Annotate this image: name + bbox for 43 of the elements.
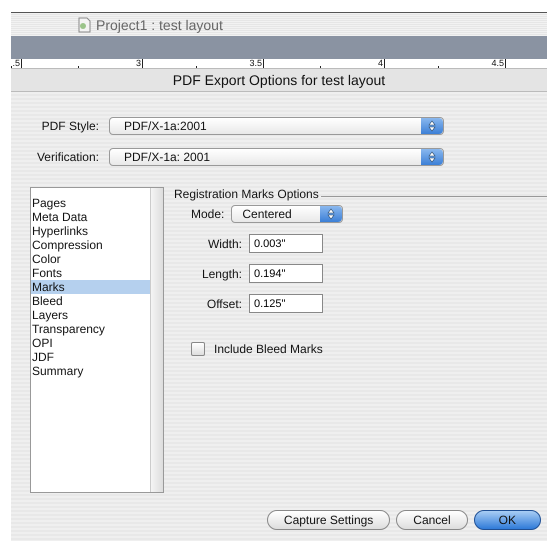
field-label: Offset: [206,296,243,310]
list-item[interactable]: Layers [31,308,150,322]
field-label: Width: [206,236,243,250]
input-field[interactable]: 0.194" [249,264,323,283]
ruler-label: 3.5 [249,59,264,68]
scrollbar[interactable] [150,188,163,492]
ruler-label: .5 [12,59,22,68]
field-label: Mode: [191,207,224,221]
ruler-label: 3 [136,59,143,68]
dialog-button[interactable]: Cancel [396,510,468,530]
document-icon [77,16,92,32]
list-item[interactable]: Marks [31,280,150,294]
list-item[interactable]: Hyperlinks [31,224,150,238]
list-item[interactable]: Bleed [31,294,150,308]
window-title: Project1 : test layout [96,16,223,32]
list-item[interactable]: Fonts [31,266,150,280]
popup-menu[interactable]: PDF/X-1a:2001 [109,116,444,134]
dialog-button[interactable]: OK [474,510,541,530]
popup-arrows-icon [421,148,443,164]
popup-arrows-icon [320,206,342,222]
ruler-label: 4.5 [491,59,506,68]
field-label: Verification: [36,150,100,164]
list-item[interactable]: OPI [31,336,150,350]
input-field[interactable]: 0.003" [249,234,323,253]
mode-popup[interactable]: Centered [231,205,344,223]
list-item[interactable]: Meta Data [31,210,150,224]
dialog-button[interactable]: Capture Settings [266,510,390,530]
list-item[interactable]: Transparency [31,322,150,336]
checkbox[interactable] [191,342,205,356]
input-field[interactable]: 0.125" [249,294,323,313]
field-label: PDF Style: [40,118,100,132]
checkbox-label: Include Bleed Marks [214,342,323,356]
list-item[interactable]: Pages [31,196,150,210]
field-label: Length: [200,266,243,280]
list-item[interactable]: Summary [31,364,150,378]
popup-menu[interactable]: PDF/X-1a: 2001 [109,148,444,166]
group-title: Registration Marks Options [174,187,319,201]
list-item[interactable]: Compression [31,238,150,252]
dialog-title: PDF Export Options for test layout [172,72,386,88]
popup-arrows-icon [421,118,443,134]
list-item[interactable]: Color [31,252,150,266]
ruler-label: 4 [378,59,385,68]
list-item[interactable]: JDF [31,350,150,364]
